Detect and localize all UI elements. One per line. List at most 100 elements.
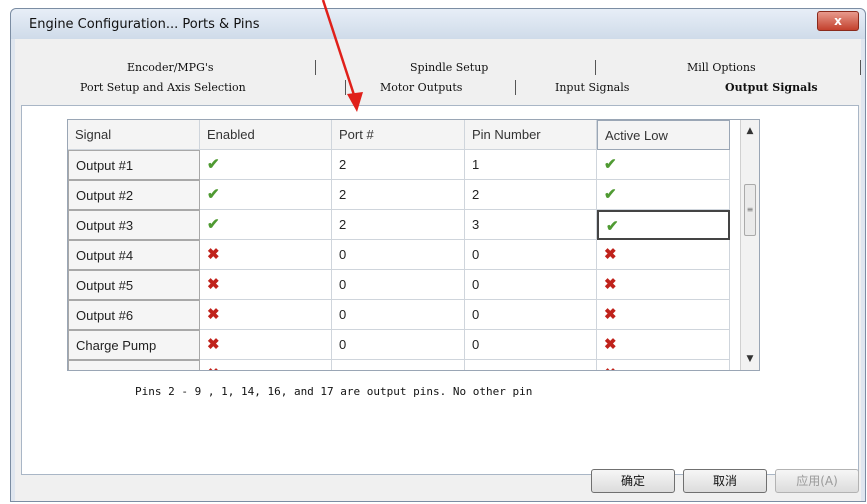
check-icon: ✔: [207, 186, 220, 203]
arrow-head: [347, 92, 363, 112]
port-cell[interactable]: 2: [332, 150, 465, 180]
title-bar[interactable]: Engine Configuration... Ports & Pins x: [11, 9, 865, 39]
column-header-enabled[interactable]: Enabled: [200, 120, 332, 150]
red-annotation-arrow: [321, 0, 363, 112]
scroll-thumb[interactable]: ≡: [744, 184, 756, 236]
port-cell[interactable]: 0: [332, 300, 465, 330]
port-cell[interactable]: 0: [332, 330, 465, 360]
x-icon: ✖: [207, 336, 220, 353]
enabled-cell[interactable]: ✔: [200, 180, 332, 210]
arrow-shaft: [321, 0, 357, 99]
tabs-back-row: Encoder/MPG's Spindle Setup Mill Options: [15, 59, 861, 77]
table-row[interactable]: Charge Pump ✖ 0 0 ✖: [68, 330, 740, 360]
check-icon: ✔: [606, 218, 619, 235]
close-button[interactable]: x: [817, 11, 859, 31]
signal-name-cell[interactable]: Charge Pump2: [68, 360, 200, 370]
signal-name-cell[interactable]: Output #4: [68, 240, 200, 270]
table-row[interactable]: Output #5 ✖ 0 0 ✖: [68, 270, 740, 300]
x-icon: ✖: [604, 306, 617, 323]
pin-number-cell[interactable]: 0: [465, 360, 597, 370]
port-cell[interactable]: 0: [332, 360, 465, 370]
active-low-cell[interactable]: ✖: [597, 330, 730, 360]
tab-spindle-setup[interactable]: Spindle Setup: [410, 59, 488, 77]
active-low-cell[interactable]: ✔: [597, 210, 730, 240]
table-row[interactable]: Output #3 ✔ 2 3 ✔: [68, 210, 740, 240]
output-pins-note: Pins 2 - 9 , 1, 14, 16, and 17 are outpu…: [135, 385, 533, 398]
pin-number-cell[interactable]: 0: [465, 300, 597, 330]
pin-number-cell[interactable]: 3: [465, 210, 597, 240]
tab-mill-options[interactable]: Mill Options: [687, 59, 756, 77]
x-icon: ✖: [604, 366, 617, 370]
x-icon: ✖: [604, 246, 617, 263]
tab-divider: [515, 80, 516, 95]
table-row[interactable]: Output #2 ✔ 2 2 ✔: [68, 180, 740, 210]
enabled-cell[interactable]: ✖: [200, 330, 332, 360]
signal-name-cell[interactable]: Output #1: [68, 150, 200, 180]
table-row[interactable]: Charge Pump2 ✖ 00 ✖: [68, 360, 740, 370]
tab-input-signals[interactable]: Input Signals: [555, 79, 629, 97]
x-icon: ✖: [207, 366, 220, 370]
apply-button[interactable]: 应用(A): [775, 469, 859, 493]
signal-name-cell[interactable]: Output #3: [68, 210, 200, 240]
active-low-cell[interactable]: ✔: [597, 150, 730, 180]
x-icon: ✖: [207, 276, 220, 293]
enabled-cell[interactable]: ✖: [200, 300, 332, 330]
port-cell[interactable]: 0: [332, 240, 465, 270]
x-icon: ✖: [207, 306, 220, 323]
column-header-port[interactable]: Port #: [332, 120, 465, 150]
enabled-cell[interactable]: ✖: [200, 360, 332, 370]
grid-header-row: Signal Enabled Port # Pin Number Active …: [68, 120, 740, 150]
tabs-front-row: Port Setup and Axis Selection Motor Outp…: [15, 79, 861, 97]
port-cell[interactable]: 0: [332, 270, 465, 300]
signal-name-cell[interactable]: Output #2: [68, 180, 200, 210]
engine-config-window: Engine Configuration... Ports & Pins x E…: [10, 8, 866, 502]
table-row[interactable]: Output #1 ✔ 2 1 ✔: [68, 150, 740, 180]
window-title: Engine Configuration... Ports & Pins: [29, 17, 260, 32]
tab-output-signals[interactable]: Output Signals: [725, 79, 818, 97]
check-icon: ✔: [207, 216, 220, 233]
table-row[interactable]: Output #4 ✖ 0 0 ✖: [68, 240, 740, 270]
signal-name-cell[interactable]: Charge Pump: [68, 330, 200, 360]
check-icon: ✔: [604, 156, 617, 173]
table-row[interactable]: Output #6 ✖ 0 0 ✖: [68, 300, 740, 330]
ok-button[interactable]: 确定: [591, 469, 675, 493]
check-icon: ✔: [604, 186, 617, 203]
pin-number-cell[interactable]: 2: [465, 180, 597, 210]
active-low-cell[interactable]: ✖: [597, 240, 730, 270]
active-low-cell[interactable]: ✔: [597, 180, 730, 210]
tab-encoder-mpgs[interactable]: Encoder/MPG's: [127, 59, 214, 77]
column-header-pin-number[interactable]: Pin Number: [465, 120, 597, 150]
output-signals-grid[interactable]: Signal Enabled Port # Pin Number Active …: [67, 119, 760, 371]
pin-number-cell[interactable]: 0: [465, 240, 597, 270]
scroll-up-icon[interactable]: ▲: [741, 122, 759, 140]
tab-port-setup-axis-selection[interactable]: Port Setup and Axis Selection: [80, 79, 246, 97]
scroll-down-icon[interactable]: ▼: [741, 350, 759, 368]
active-low-cell[interactable]: ✖: [597, 300, 730, 330]
pin-number-cell[interactable]: 0: [465, 330, 597, 360]
enabled-cell[interactable]: ✖: [200, 240, 332, 270]
close-icon: x: [834, 14, 842, 28]
x-icon: ✖: [604, 336, 617, 353]
enabled-cell[interactable]: ✖: [200, 270, 332, 300]
tab-divider: [860, 60, 861, 75]
enabled-cell[interactable]: ✔: [200, 210, 332, 240]
tab-divider: [595, 60, 596, 75]
signal-name-cell[interactable]: Output #6: [68, 300, 200, 330]
column-header-active-low[interactable]: Active Low: [597, 120, 730, 150]
check-icon: ✔: [207, 156, 220, 173]
port-cell[interactable]: 2: [332, 180, 465, 210]
active-low-cell[interactable]: ✖: [597, 270, 730, 300]
enabled-cell[interactable]: ✔: [200, 150, 332, 180]
port-cell[interactable]: 2: [332, 210, 465, 240]
pin-number-cell[interactable]: 1: [465, 150, 597, 180]
x-icon: ✖: [207, 246, 220, 263]
cancel-button[interactable]: 取消: [683, 469, 767, 493]
signal-name-cell[interactable]: Output #5: [68, 270, 200, 300]
x-icon: ✖: [604, 276, 617, 293]
vertical-scrollbar[interactable]: ▲ ≡ ▼: [740, 120, 759, 370]
pin-number-cell[interactable]: 0: [465, 270, 597, 300]
active-low-cell[interactable]: ✖: [597, 360, 730, 370]
tab-motor-outputs[interactable]: Motor Outputs: [380, 79, 462, 97]
column-header-signal[interactable]: Signal: [68, 120, 200, 150]
dialog-client-area: Encoder/MPG's Spindle Setup Mill Options…: [15, 39, 861, 501]
